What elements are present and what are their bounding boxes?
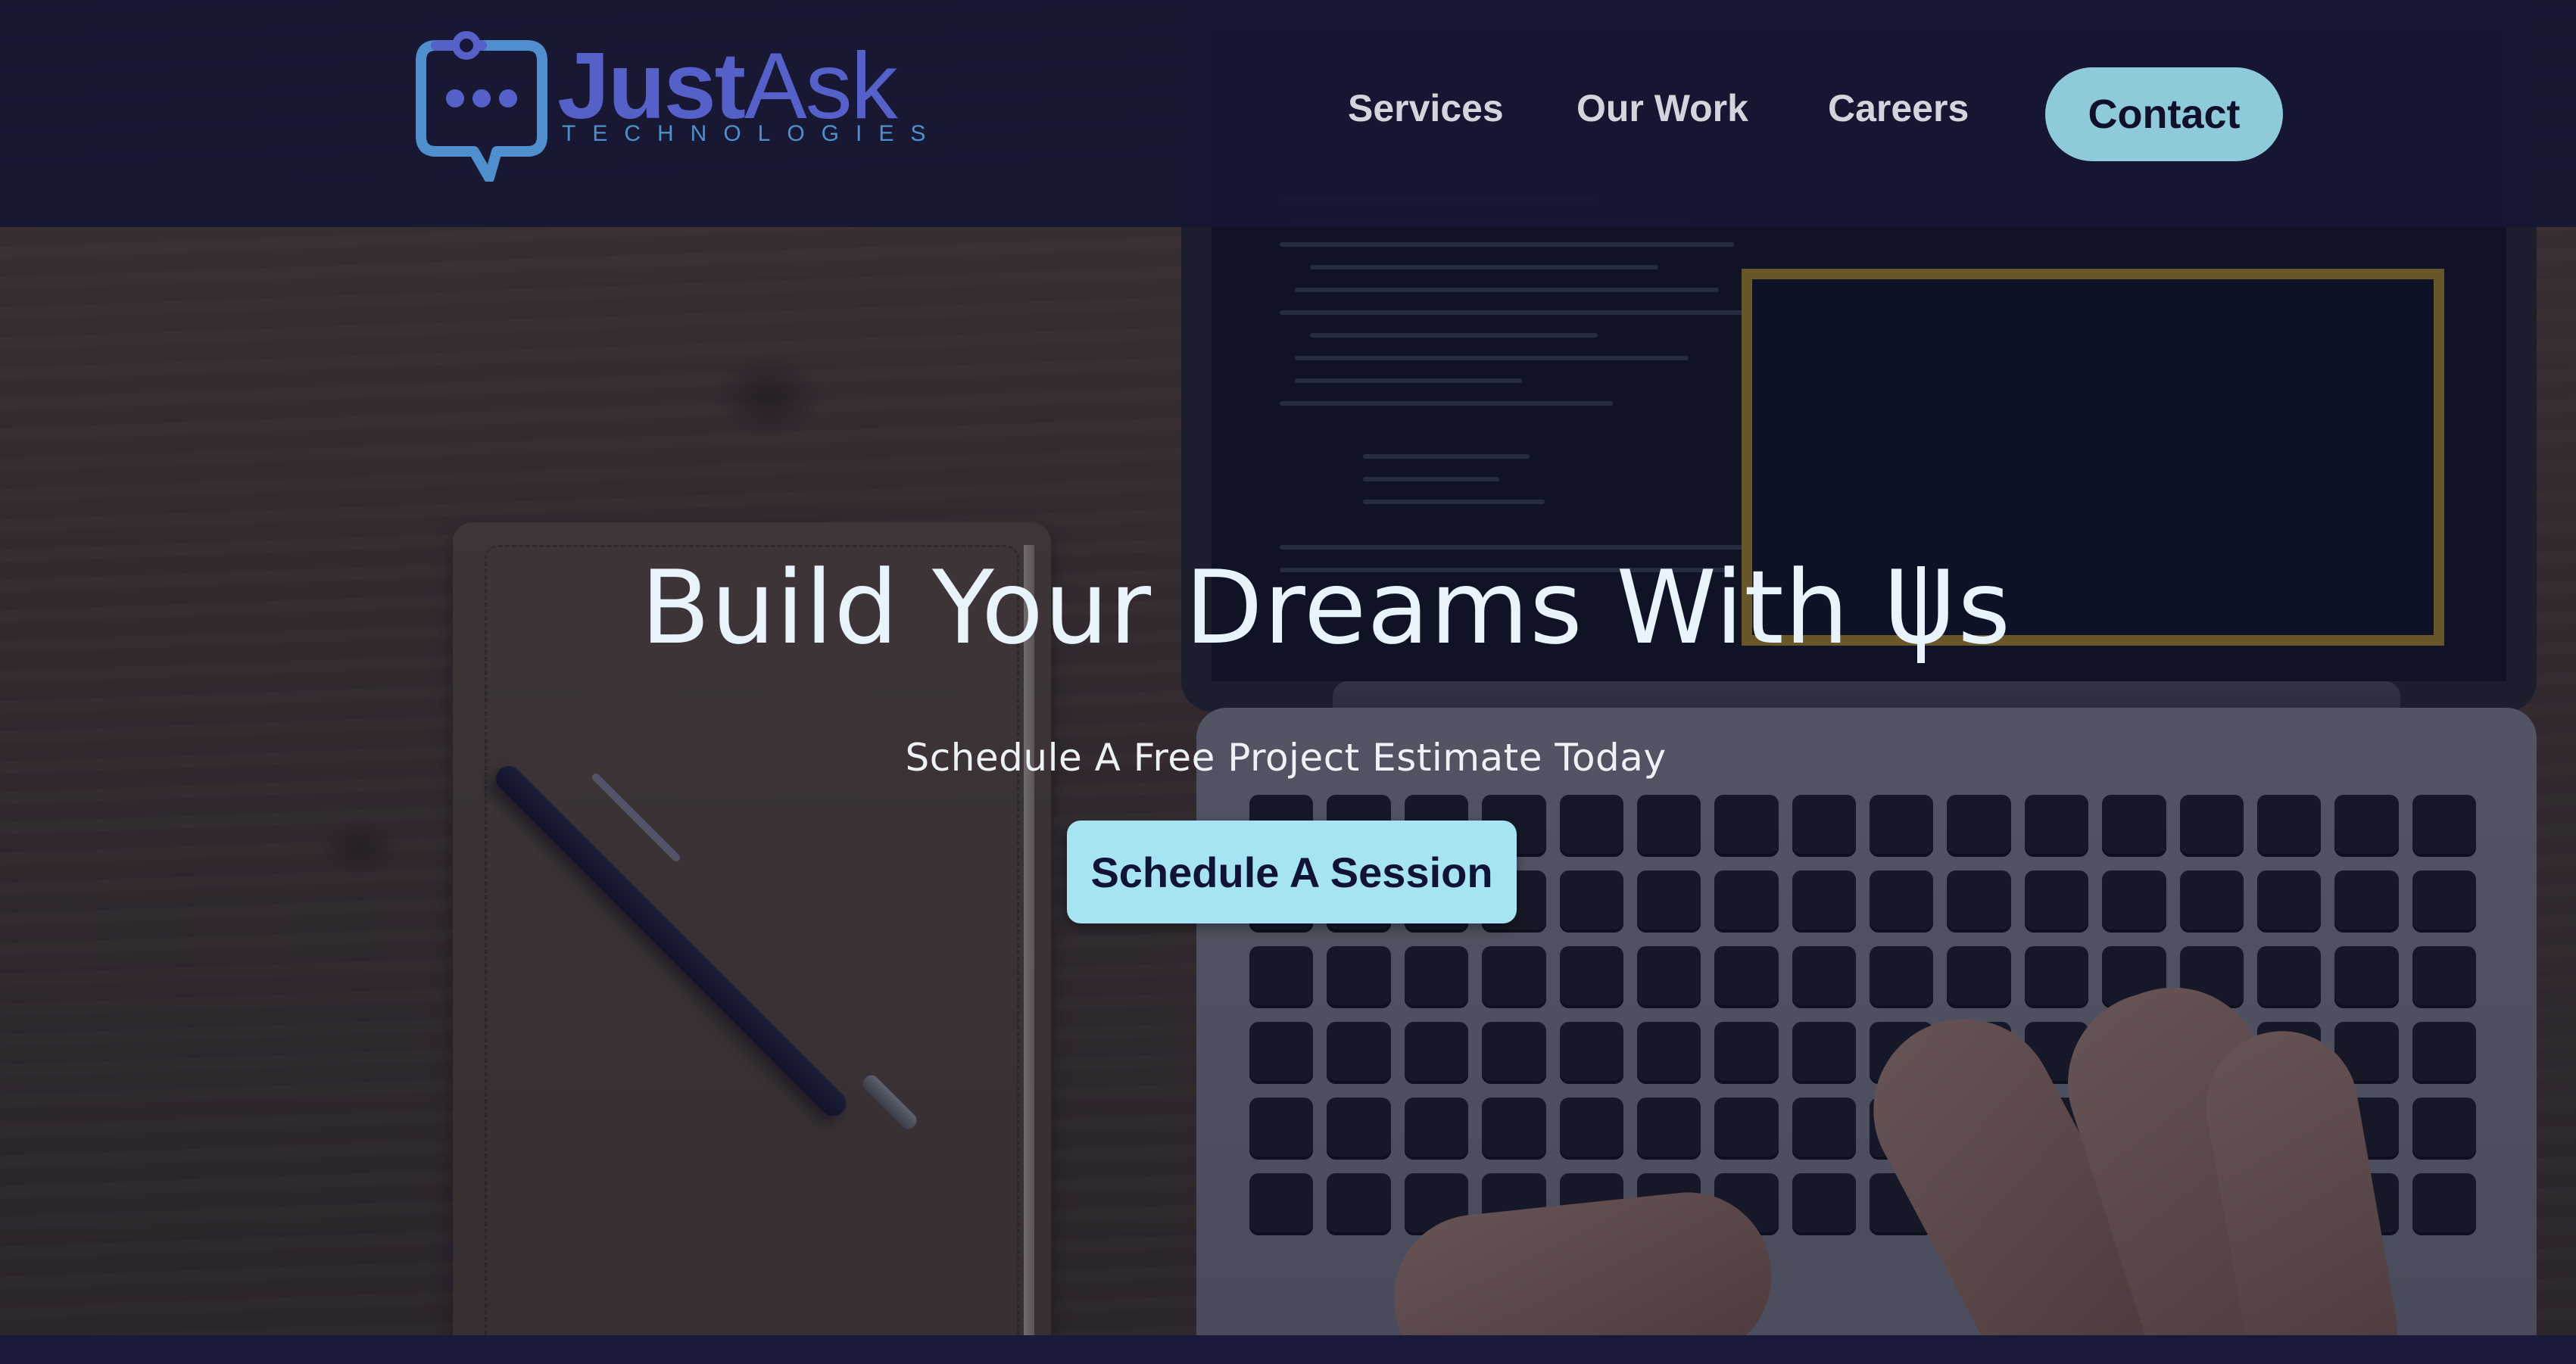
- site-header: JustAsk TECHNOLOGIES Services Our Work C…: [0, 0, 2576, 227]
- schedule-session-button[interactable]: Schedule A Session: [1067, 821, 1517, 923]
- hero-subtitle-text: Schedule A Free Project Estimate Today: [905, 736, 1667, 780]
- nav-link-services[interactable]: Services: [1348, 89, 1504, 127]
- nav-link-our-work[interactable]: Our Work: [1576, 89, 1748, 127]
- hero-title: Build Your Dreams With Us: [641, 549, 2012, 667]
- chat-bubble-icon: [416, 31, 547, 182]
- contact-button[interactable]: Contact: [2045, 67, 2283, 161]
- logo[interactable]: JustAsk TECHNOLOGIES: [413, 30, 925, 189]
- nav-link-careers[interactable]: Careers: [1828, 89, 1969, 127]
- logo-tagline: TECHNOLOGIES: [562, 121, 943, 146]
- typing-cursor: [1917, 566, 1925, 663]
- page-bottom-edge: [0, 1335, 2576, 1364]
- logo-wordmark: JustAsk: [557, 39, 898, 133]
- hero-subtitle: Schedule A Free Project Estimate Today: [0, 736, 2574, 780]
